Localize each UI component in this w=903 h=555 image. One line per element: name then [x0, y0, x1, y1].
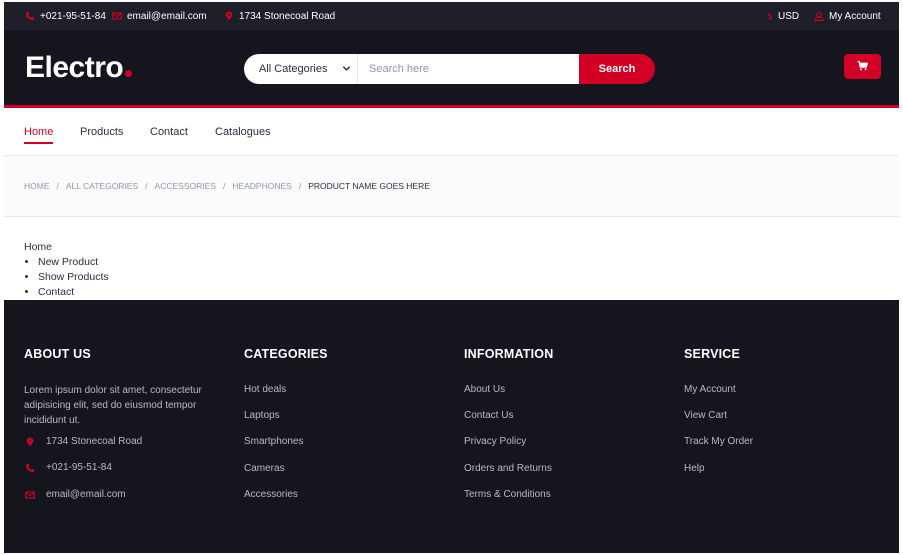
phone-icon	[24, 462, 35, 473]
footer-service-title: SERVICE	[684, 347, 741, 361]
breadcrumb: Home / All Categories / Accessories / He…	[4, 156, 899, 217]
footer-phone[interactable]: +021-95-51-84	[24, 462, 112, 473]
breadcrumb-current: Product name goes here	[308, 181, 430, 191]
plain-menu-item-new-product[interactable]: New Product	[38, 255, 109, 270]
svg-text:$: $	[768, 12, 773, 21]
breadcrumb-all-categories[interactable]: All Categories	[66, 181, 138, 191]
footer: ABOUT US Lorem ipsum dolor sit amet, con…	[4, 300, 899, 553]
category-select-value: All Categories	[259, 63, 328, 75]
topbar-phone-text: +021-95-51-84	[40, 10, 106, 22]
logo-dot	[125, 70, 133, 77]
logo[interactable]: Electro	[25, 50, 133, 86]
footer-link-terms[interactable]: Terms & Conditions	[464, 489, 551, 500]
top-bar: +021-95-51-84 email@email.com 1734 Stone…	[4, 2, 899, 30]
my-account-link[interactable]: My Account	[813, 2, 881, 30]
footer-email-text: email@email.com	[46, 489, 126, 500]
breadcrumb-separator: /	[145, 181, 148, 191]
footer-about-text: Lorem ipsum dolor sit amet, consectetur …	[24, 385, 202, 426]
cart-icon	[857, 58, 869, 76]
chevron-down-icon	[342, 64, 351, 76]
topbar-address-text: 1734 Stonecoal Road	[239, 10, 336, 22]
footer-link-laptops[interactable]: Laptops	[244, 410, 280, 421]
topbar-email-text: email@email.com	[127, 10, 207, 22]
footer-link-my-account[interactable]: My Account	[684, 384, 736, 395]
currency-text: USD	[778, 10, 800, 22]
footer-link-hot-deals[interactable]: Hot deals	[244, 384, 286, 395]
breadcrumb-separator: /	[222, 181, 226, 191]
header: Electro All Categories Search	[4, 30, 899, 108]
breadcrumb-headphones[interactable]: Headphones	[232, 181, 292, 191]
footer-link-contact-us[interactable]: Contact Us	[464, 410, 513, 421]
map-marker-icon	[24, 436, 35, 447]
footer-link-orders-returns[interactable]: Orders and Returns	[464, 463, 552, 474]
user-icon	[813, 11, 824, 22]
nav-item-home[interactable]: Home	[24, 108, 54, 155]
breadcrumb-separator: /	[56, 181, 59, 191]
breadcrumb-accessories[interactable]: Accessories	[155, 181, 216, 191]
page: +021-95-51-84 email@email.com 1734 Stone…	[4, 2, 899, 553]
nav-item-catalogues[interactable]: Catalogues	[215, 108, 271, 155]
footer-link-privacy-policy[interactable]: Privacy Policy	[464, 436, 526, 447]
plain-menu: Home New Product Show Products Contact	[24, 240, 109, 300]
main-nav: Home Products Contact Catalogues	[4, 108, 899, 156]
footer-link-cameras[interactable]: Cameras	[244, 463, 285, 474]
footer-address[interactable]: 1734 Stonecoal Road	[24, 436, 142, 447]
footer-categories-title: CATEGORIES	[244, 347, 328, 361]
category-select[interactable]: All Categories	[244, 54, 358, 84]
my-account-text: My Account	[829, 10, 881, 22]
footer-phone-text: +021-95-51-84	[46, 462, 112, 473]
breadcrumb-home[interactable]: Home	[24, 181, 50, 191]
footer-link-accessories[interactable]: Accessories	[244, 489, 298, 500]
footer-link-smartphones[interactable]: Smartphones	[244, 436, 303, 447]
map-marker-icon	[223, 11, 234, 22]
logo-text: Electro	[25, 51, 124, 84]
search-button[interactable]: Search	[579, 54, 655, 84]
footer-information-title: INFORMATION	[464, 347, 554, 361]
topbar-address[interactable]: 1734 Stonecoal Road	[223, 2, 335, 30]
footer-email[interactable]: email@email.com	[24, 489, 126, 500]
envelope-icon	[111, 11, 122, 22]
footer-address-text: 1734 Stonecoal Road	[46, 436, 143, 447]
currency-selector[interactable]: $ USD	[766, 2, 799, 30]
footer-about-title: ABOUT US	[24, 347, 91, 361]
footer-link-view-cart[interactable]: View Cart	[684, 410, 727, 421]
nav-item-contact[interactable]: Contact	[150, 108, 188, 155]
breadcrumb-separator: /	[298, 181, 302, 191]
phone-icon	[24, 11, 35, 22]
plain-menu-item-contact[interactable]: Contact	[38, 285, 109, 300]
footer-link-help[interactable]: Help	[684, 463, 705, 474]
cart-button[interactable]	[844, 54, 881, 79]
envelope-icon	[24, 489, 35, 500]
footer-link-track-order[interactable]: Track My Order	[684, 436, 753, 447]
search-input[interactable]	[358, 54, 580, 84]
topbar-phone[interactable]: +021-95-51-84	[24, 2, 106, 30]
footer-link-about-us[interactable]: About Us	[464, 384, 505, 395]
topbar-email[interactable]: email@email.com	[111, 2, 207, 30]
plain-menu-home[interactable]: Home	[24, 240, 109, 255]
dollar-icon: $	[766, 11, 774, 22]
plain-menu-list: New Product Show Products Contact	[24, 255, 109, 300]
plain-menu-item-show-products[interactable]: Show Products	[38, 270, 109, 285]
nav-item-products[interactable]: Products	[80, 108, 123, 155]
